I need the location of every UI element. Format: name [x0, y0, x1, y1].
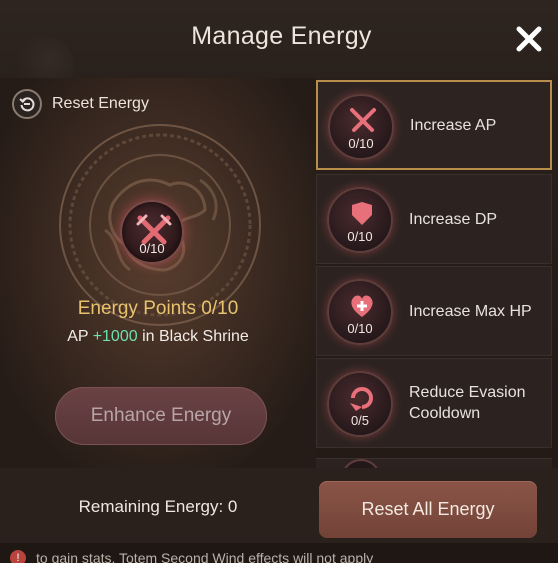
energy-item-increase-dp[interactable]: 0/10 Increase DP	[316, 174, 552, 264]
skill-icon	[341, 459, 381, 468]
reset-energy-label: Reset Energy	[52, 95, 149, 112]
dialog-header: Manage Energy	[0, 0, 558, 96]
item-level: 0/10	[347, 229, 373, 244]
item-level: 0/10	[348, 136, 374, 151]
close-button[interactable]	[512, 22, 546, 56]
reset-all-energy-button[interactable]: Reset All Energy	[319, 481, 537, 538]
item-name: Increase Max HP	[409, 302, 532, 320]
item-level: 0/5	[350, 413, 370, 428]
energy-item-increase-max-hp[interactable]: 0/10 Increase Max HP	[316, 266, 552, 356]
energy-effect: AP +1000 in Black Shrine	[0, 328, 316, 346]
effect-suffix: in Black Shrine	[137, 328, 249, 345]
energy-points: Energy Points 0/10	[77, 298, 239, 319]
reset-icon	[12, 89, 42, 119]
energy-skill-list[interactable]: 0/10 Increase AP 0/10 Increase DP 0/10 I…	[316, 78, 558, 468]
core-level: 0/10	[139, 241, 165, 256]
evasion-icon: 0/5	[327, 371, 393, 437]
swords-icon: 0/10	[328, 94, 394, 160]
energy-item-increase-ap[interactable]: 0/10 Increase AP	[316, 80, 552, 170]
manage-energy-dialog: Manage Energy Reset Energy 0/10 Energy P…	[0, 0, 558, 563]
reset-energy-button[interactable]: Reset Energy	[12, 89, 149, 119]
item-name: Increase AP	[410, 116, 497, 134]
effect-value: +1000	[92, 328, 138, 345]
heart-icon: 0/10	[327, 279, 393, 345]
remaining-energy: Remaining Energy: 0	[78, 497, 238, 516]
warning-icon: !	[10, 550, 26, 563]
item-name: Increase DP	[409, 210, 498, 228]
close-icon	[516, 26, 542, 52]
note-text: to gain stats. Totem Second Wind effects…	[36, 550, 374, 563]
armor-icon: 0/10	[327, 187, 393, 253]
energy-item-reduce-evasion-cooldown[interactable]: 0/5 Reduce Evasion Cooldown	[316, 358, 552, 448]
energy-item-partial[interactable]	[316, 458, 552, 468]
energy-core-icon: 0/10	[120, 200, 184, 264]
item-level: 0/10	[347, 321, 373, 336]
enhance-energy-button[interactable]: Enhance Energy	[55, 387, 267, 445]
item-name: Reduce Evasion Cooldown	[409, 384, 526, 422]
effect-prefix: AP	[67, 328, 93, 345]
dialog-title: Manage Energy	[191, 22, 372, 50]
bottom-note: ! to gain stats. Totem Second Wind effec…	[0, 543, 558, 563]
